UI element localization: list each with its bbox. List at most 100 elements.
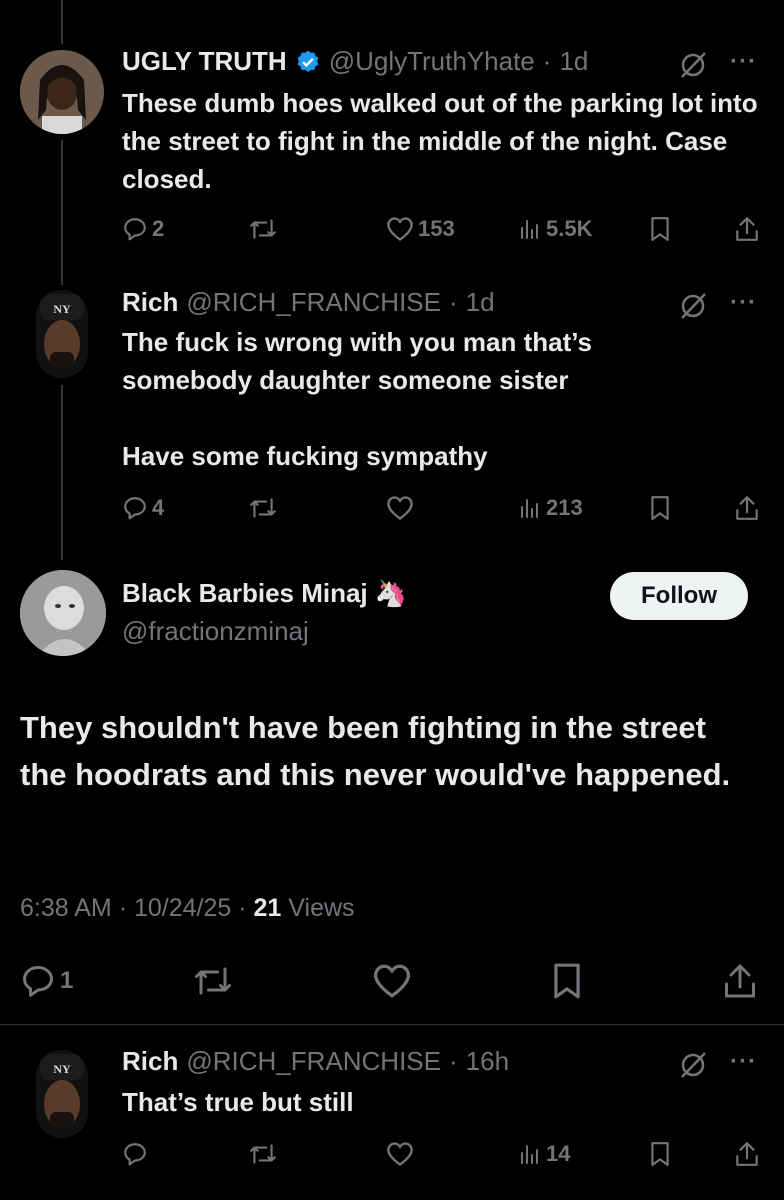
repost-button[interactable] — [248, 488, 278, 528]
divider — [0, 1024, 784, 1025]
author-name[interactable]: Black Barbies Minaj 🦄 — [122, 578, 407, 609]
svg-text:NY: NY — [53, 302, 71, 316]
post-time[interactable]: 6:38 AM — [20, 894, 112, 922]
bookmark-button[interactable] — [550, 958, 584, 1004]
repost-button[interactable] — [248, 209, 278, 249]
reply-count: 1 — [60, 967, 74, 994]
share-icon — [736, 217, 758, 241]
more-icon[interactable]: ··· — [730, 289, 757, 317]
avatar[interactable]: NY — [36, 1050, 88, 1138]
avatar[interactable] — [20, 570, 106, 656]
share-icon — [736, 496, 758, 520]
repost-icon — [195, 967, 231, 995]
like-icon — [387, 217, 413, 241]
like-count: 153 — [418, 216, 455, 241]
avatar-photo — [20, 50, 104, 134]
follow-button[interactable]: Follow — [610, 572, 748, 620]
tweet-text: That’s true but still — [122, 1087, 354, 1117]
repost-icon — [250, 1144, 276, 1164]
share-button[interactable] — [734, 209, 760, 249]
like-icon — [373, 964, 411, 998]
unicorn-emoji: 🦄 — [374, 578, 408, 608]
views-count: 213 — [546, 495, 583, 520]
thread-line-top — [61, 0, 63, 44]
bookmark-button[interactable] — [648, 209, 672, 249]
share-button[interactable] — [734, 488, 760, 528]
tweet-actions: 2 153 5.5K — [122, 209, 762, 249]
views-count: 14 — [546, 1141, 571, 1166]
avatar-photo: NY — [36, 290, 88, 378]
share-icon — [736, 1142, 758, 1166]
svg-text:NY: NY — [53, 1062, 71, 1076]
tweet-actions: 4 213 — [122, 488, 762, 528]
timestamp[interactable]: 16h — [466, 1046, 509, 1077]
separator: · — [449, 1046, 458, 1076]
share-button[interactable] — [734, 1134, 760, 1174]
views-icon — [521, 499, 538, 518]
author-name[interactable]: UGLY TRUTH — [122, 46, 287, 77]
more-icon[interactable]: ··· — [730, 1048, 757, 1076]
author-name[interactable]: Rich — [122, 1046, 178, 1077]
avatar-photo — [20, 570, 106, 656]
timestamp[interactable]: 1d — [559, 46, 588, 77]
tweet-text: They shouldn't have been fighting in the… — [20, 710, 731, 792]
grok-icon[interactable] — [678, 50, 708, 80]
views-button[interactable]: 14 — [518, 1134, 570, 1174]
repost-button[interactable] — [248, 1134, 278, 1174]
reply-icon — [23, 966, 53, 997]
repost-icon — [250, 219, 276, 239]
verified-badge-icon — [297, 50, 319, 72]
timestamp[interactable]: 1d — [466, 287, 495, 318]
tweet-header: UGLY TRUTH @UglyTruthYhate · 1d — [122, 46, 588, 77]
like-icon — [387, 1142, 413, 1166]
avatar-photo: NY — [36, 1050, 88, 1138]
like-button[interactable] — [386, 488, 414, 528]
separator: · — [449, 287, 458, 317]
tweet-header: Rich @RICH_FRANCHISE · 1d — [122, 287, 495, 318]
author-handle[interactable]: @UglyTruthYhate — [329, 46, 535, 77]
views-icon — [521, 220, 538, 239]
views-button[interactable]: 213 — [518, 488, 583, 528]
share-button[interactable] — [722, 958, 758, 1004]
reply-button[interactable]: 1 — [20, 958, 73, 1004]
reply-count: 2 — [152, 216, 165, 241]
tweet-actions: 14 — [122, 1134, 762, 1174]
grok-icon[interactable] — [678, 1050, 708, 1080]
reply-icon — [124, 1143, 146, 1166]
bookmark-button[interactable] — [648, 488, 672, 528]
avatar[interactable]: NY — [36, 290, 88, 378]
thread-line-2 — [61, 385, 63, 560]
display-name: Black Barbies Minaj — [122, 578, 368, 608]
bookmark-icon — [554, 963, 580, 999]
like-button[interactable] — [386, 1134, 414, 1174]
repost-button[interactable] — [192, 958, 234, 1004]
bookmark-button[interactable] — [648, 1134, 672, 1174]
reply-button[interactable] — [122, 1134, 148, 1174]
tweet-text-second-paragraph: Have some fucking sympathy — [122, 441, 488, 471]
like-button[interactable] — [372, 958, 412, 1004]
thread-line-1 — [61, 140, 63, 285]
bookmark-icon — [651, 1142, 669, 1166]
reply-button[interactable]: 2 — [122, 209, 164, 249]
views-icon — [521, 1145, 538, 1164]
reply-icon — [124, 218, 146, 241]
grok-icon[interactable] — [678, 291, 708, 321]
views-count: 21 — [253, 894, 282, 922]
avatar[interactable] — [20, 50, 104, 134]
author-name[interactable]: Rich — [122, 287, 178, 318]
reply-button[interactable]: 4 — [122, 488, 164, 528]
views-label: Views — [288, 894, 355, 922]
author-handle[interactable]: @RICH_FRANCHISE — [186, 1046, 441, 1077]
reply-icon — [124, 497, 146, 520]
tweet-text: The fuck is wrong with you man that’s so… — [122, 327, 592, 395]
main-actions: 1 — [20, 958, 760, 1004]
author-handle[interactable]: @fractionzminaj — [122, 616, 309, 647]
like-button[interactable]: 153 — [386, 209, 455, 249]
post-date[interactable]: 10/24/25 — [134, 894, 231, 922]
separator: · — [542, 46, 552, 76]
views-count: 5.5K — [546, 216, 593, 241]
author-handle[interactable]: @RICH_FRANCHISE — [186, 287, 441, 318]
share-icon — [725, 964, 755, 998]
views-button[interactable]: 5.5K — [518, 209, 592, 249]
more-icon[interactable]: ··· — [730, 48, 757, 76]
